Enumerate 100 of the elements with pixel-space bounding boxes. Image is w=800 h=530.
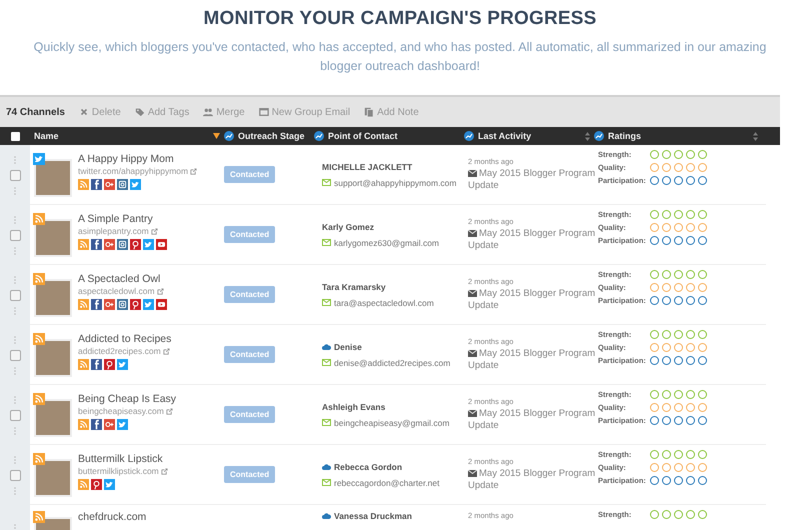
pinterest-icon[interactable]: [91, 479, 102, 490]
blog-url[interactable]: addicted2recipes.com: [78, 346, 161, 356]
row-checkbox[interactable]: [10, 230, 20, 240]
column-header[interactable]: Outreach Stage: [238, 131, 305, 141]
row-checkbox[interactable]: [10, 410, 20, 420]
toolbar-button[interactable]: Merge: [203, 106, 245, 118]
activity-title[interactable]: May 2015 Blogger Program Update: [468, 348, 598, 372]
row-checkbox[interactable]: [10, 290, 20, 300]
rating-circles[interactable]: [650, 176, 707, 185]
drag-handle-icon[interactable]: [14, 306, 16, 314]
blogger-name[interactable]: Being Cheap Is Easy: [78, 393, 176, 405]
contact-email[interactable]: karlygomez630@gmail.com: [334, 238, 440, 248]
contact-email[interactable]: denise@addicted2recipes.com: [334, 358, 450, 368]
blog-url[interactable]: buttermilklipstick.com: [78, 466, 159, 476]
instagram-icon[interactable]: [117, 299, 128, 310]
toolbar-button[interactable]: Delete: [78, 106, 121, 118]
rating-circles[interactable]: [650, 416, 707, 425]
instagram-icon[interactable]: [117, 239, 128, 250]
rating-circles[interactable]: [650, 150, 707, 159]
external-link-icon[interactable]: [166, 408, 173, 414]
blogger-name[interactable]: A Happy Hippy Mom: [78, 153, 198, 165]
select-all-checkbox[interactable]: [10, 132, 20, 140]
column-header[interactable]: Last Activity: [478, 131, 532, 141]
filter-icon[interactable]: [213, 133, 220, 139]
stage-badge[interactable]: Contacted: [224, 166, 276, 183]
rating-circles[interactable]: [650, 210, 707, 219]
external-link-icon[interactable]: [160, 468, 168, 474]
blogger-name[interactable]: chefdruck.com: [78, 511, 146, 523]
rating-circles[interactable]: [650, 236, 707, 245]
drag-handle-icon[interactable]: [14, 216, 16, 224]
facebook-icon[interactable]: [91, 419, 102, 430]
column-header[interactable]: Ratings: [608, 131, 642, 141]
toolbar-button[interactable]: New Group Email: [258, 106, 350, 118]
activity-title[interactable]: May 2015 Blogger Program Update: [468, 288, 598, 312]
stage-badge[interactable]: Contacted: [224, 406, 276, 423]
drag-handle-icon[interactable]: [14, 366, 16, 374]
rating-circles[interactable]: [650, 450, 707, 459]
drag-handle-icon[interactable]: [14, 186, 16, 194]
column-header[interactable]: Name: [34, 131, 59, 141]
twitter-icon[interactable]: [143, 239, 154, 250]
stage-badge[interactable]: Contacted: [224, 226, 276, 243]
twitter-icon[interactable]: [117, 419, 128, 430]
rating-circles[interactable]: [650, 296, 707, 305]
rating-circles[interactable]: [650, 510, 707, 519]
row-checkbox[interactable]: [10, 350, 20, 360]
drag-handle-icon[interactable]: [14, 246, 16, 254]
drag-handle-icon[interactable]: [14, 396, 16, 404]
stage-badge[interactable]: Contacted: [224, 466, 276, 483]
sort-icon[interactable]: [753, 132, 758, 140]
rating-circles[interactable]: [650, 476, 707, 485]
row-checkbox[interactable]: [10, 170, 20, 180]
blogger-name[interactable]: Buttermilk Lipstick: [78, 453, 168, 465]
activity-title[interactable]: May 2015 Blogger Program Update: [468, 228, 598, 252]
twitter-icon[interactable]: [143, 299, 154, 310]
contact-email[interactable]: tara@aspectacledowl.com: [334, 298, 434, 308]
activity-title[interactable]: May 2015 Blogger Program Update: [468, 468, 598, 492]
stage-badge[interactable]: Contacted: [224, 346, 276, 363]
googleplus-icon[interactable]: [104, 179, 115, 190]
row-checkbox[interactable]: [10, 470, 20, 480]
twitter-icon[interactable]: [117, 359, 128, 370]
facebook-icon[interactable]: [91, 299, 102, 310]
rating-circles[interactable]: [650, 270, 707, 279]
toolbar-button[interactable]: Add Note: [364, 106, 419, 118]
stage-badge[interactable]: Contacted: [224, 286, 276, 303]
drag-handle-icon[interactable]: [14, 486, 16, 494]
external-link-icon[interactable]: [162, 348, 170, 354]
rating-circles[interactable]: [650, 330, 707, 339]
column-header[interactable]: Point of Contact: [328, 131, 398, 141]
pinterest-icon[interactable]: [130, 239, 141, 250]
googleplus-icon[interactable]: [104, 299, 115, 310]
toolbar-button[interactable]: Add Tags: [134, 106, 190, 118]
drag-handle-icon[interactable]: [14, 156, 16, 164]
drag-handle-icon[interactable]: [14, 276, 16, 284]
blog-url[interactable]: aspectacledowl.com: [78, 286, 155, 296]
youtube-icon[interactable]: [156, 239, 167, 250]
drag-handle-icon[interactable]: [14, 524, 16, 530]
youtube-icon[interactable]: [156, 299, 167, 310]
drag-handle-icon[interactable]: [14, 336, 16, 344]
contact-email[interactable]: rebeccagordon@charter.net: [334, 478, 440, 488]
external-link-icon[interactable]: [190, 168, 198, 174]
activity-title[interactable]: May 2015 Blogger Program Update: [468, 168, 598, 192]
contact-email[interactable]: support@ahappyhippymom.com: [334, 178, 456, 188]
drag-handle-icon[interactable]: [14, 426, 16, 434]
facebook-icon[interactable]: [91, 359, 102, 370]
blog-url[interactable]: beingcheapiseasy.com: [78, 406, 164, 416]
rating-circles[interactable]: [650, 356, 707, 365]
googleplus-icon[interactable]: [104, 419, 115, 430]
sort-icon[interactable]: [585, 132, 590, 140]
blogger-name[interactable]: A Spectacled Owl: [78, 273, 167, 285]
twitter-icon[interactable]: [130, 179, 141, 190]
pinterest-icon[interactable]: [104, 359, 115, 370]
external-link-icon[interactable]: [156, 288, 164, 294]
blog-url[interactable]: twitter.com/ahappyhippymom: [78, 166, 188, 176]
pinterest-icon[interactable]: [130, 299, 141, 310]
rating-circles[interactable]: [650, 390, 707, 399]
facebook-icon[interactable]: [91, 179, 102, 190]
contact-email[interactable]: beingcheapiseasy@gmail.com: [334, 418, 450, 428]
drag-handle-icon[interactable]: [14, 456, 16, 464]
googleplus-icon[interactable]: [104, 239, 115, 250]
blogger-name[interactable]: Addicted to Recipes: [78, 333, 172, 345]
